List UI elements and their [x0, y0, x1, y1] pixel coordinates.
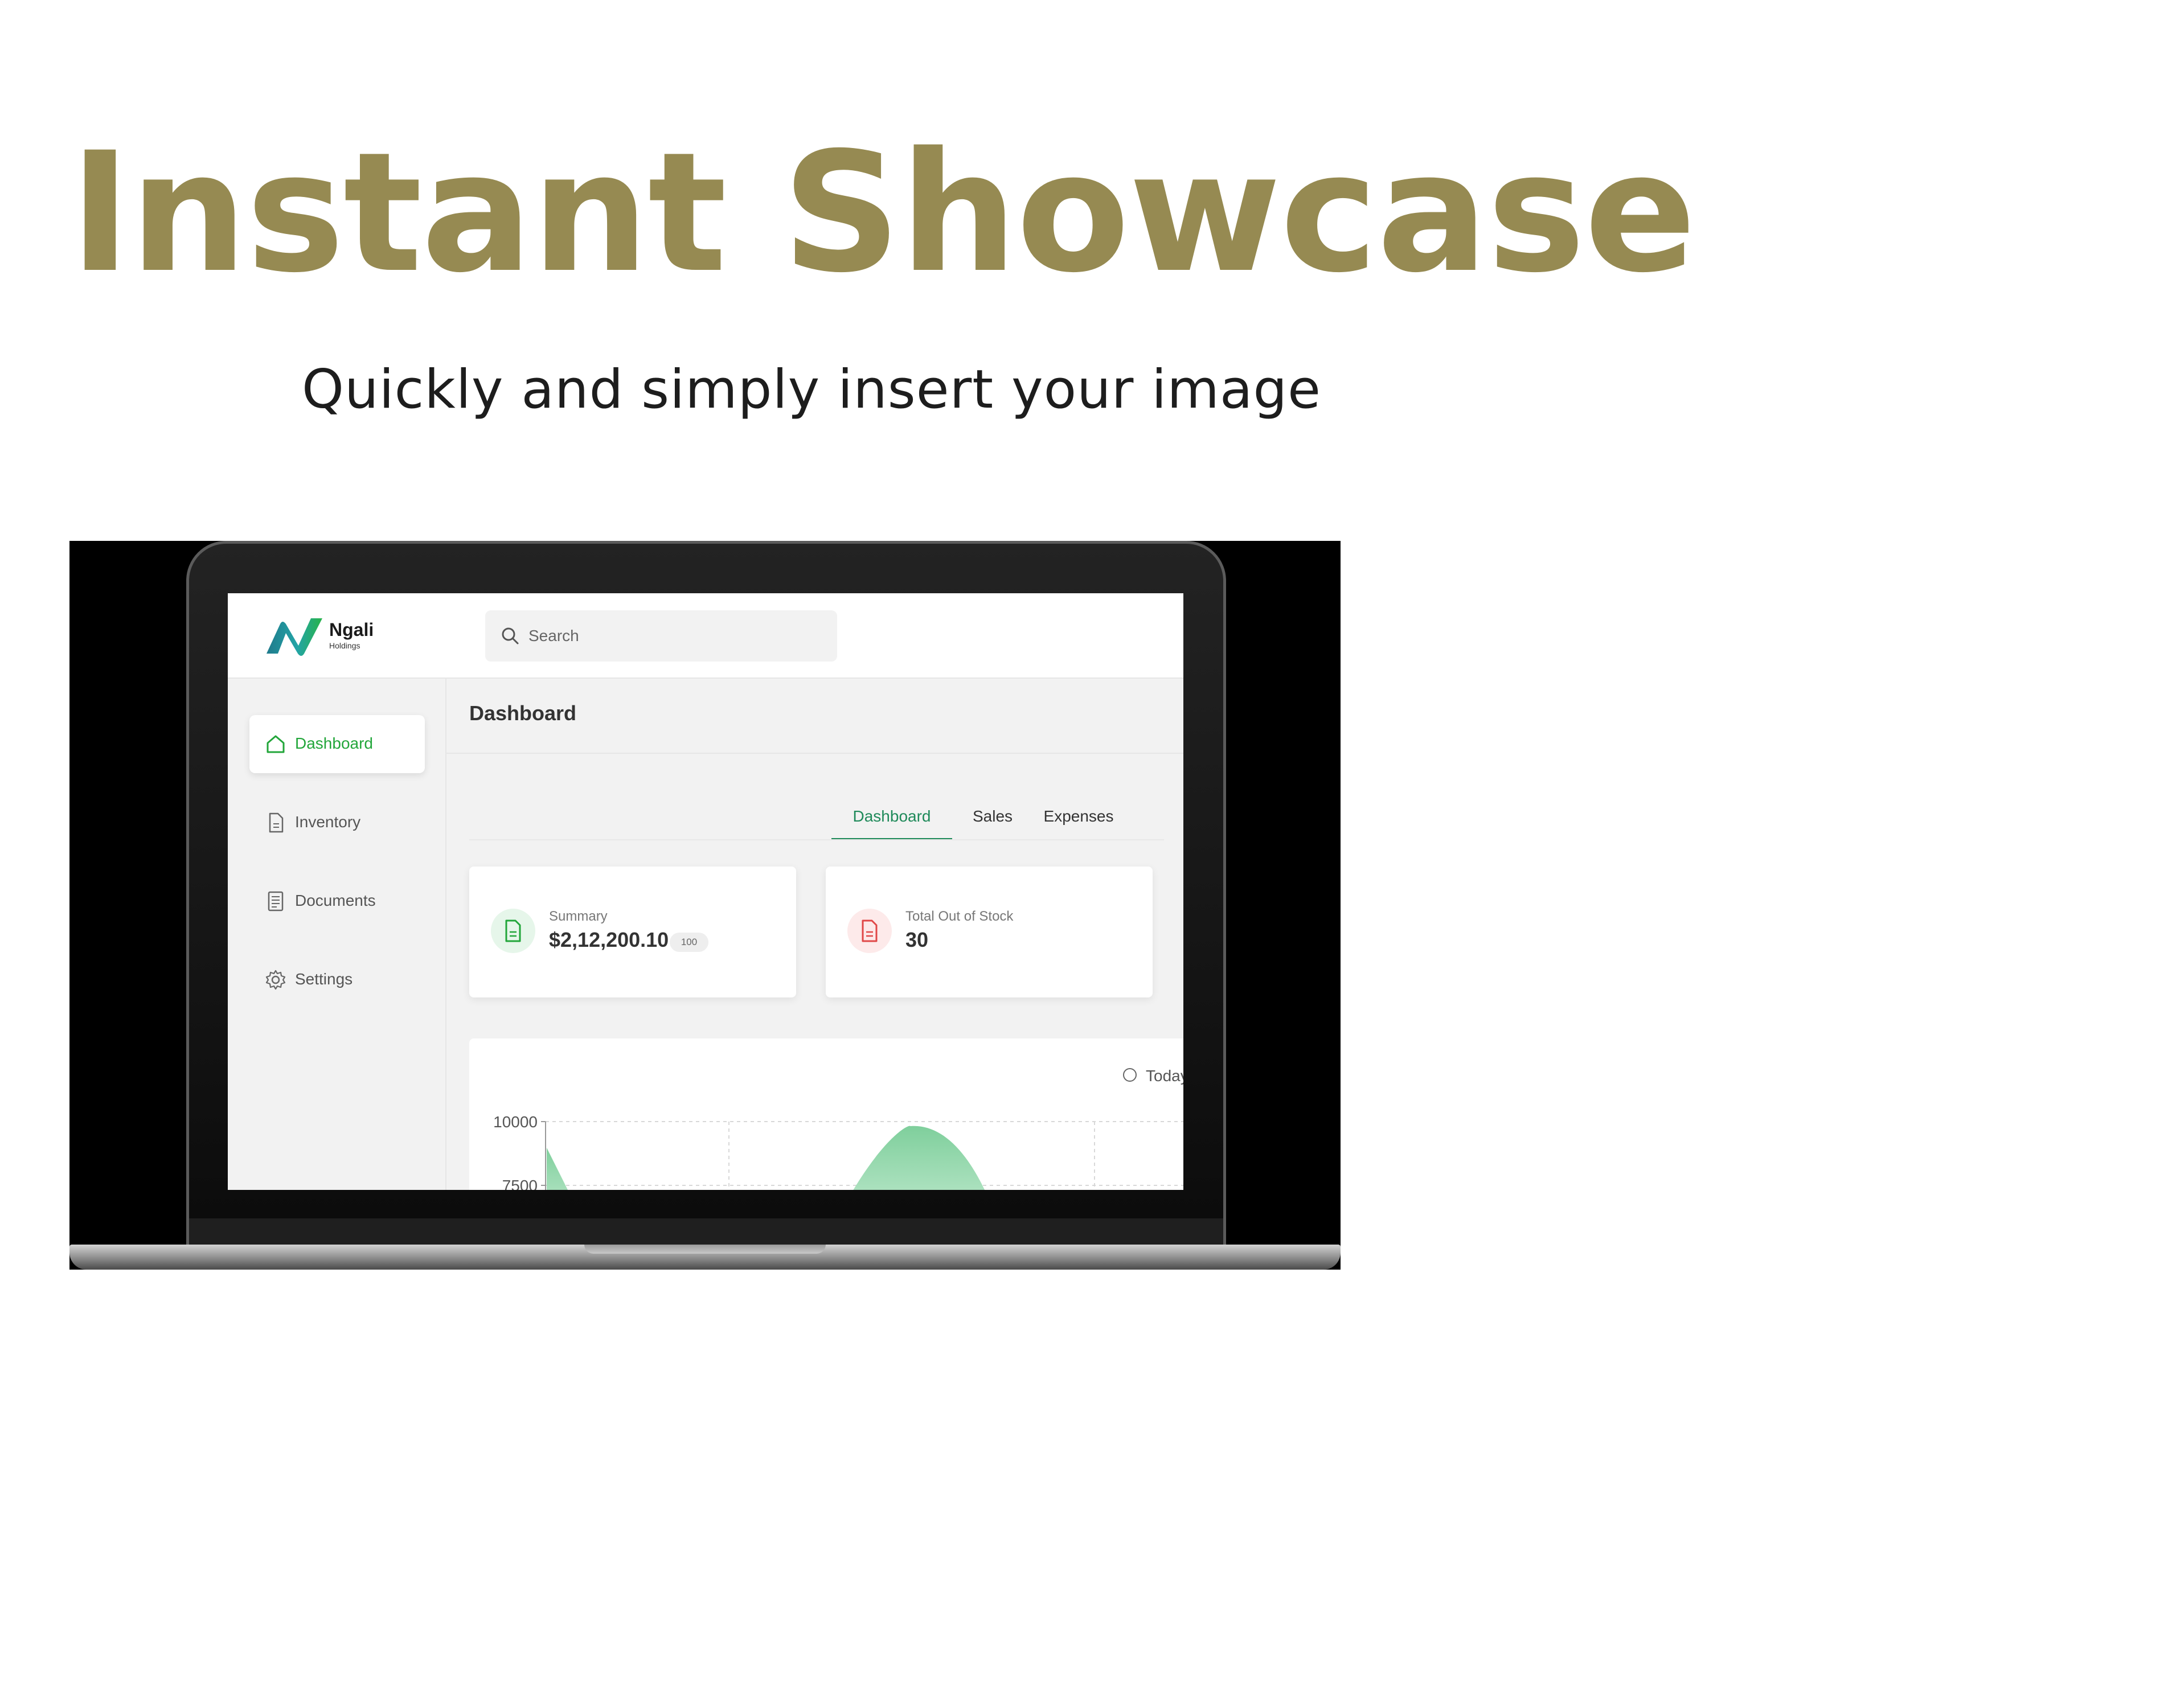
search-input[interactable]: Search — [485, 610, 837, 662]
app-header: Ngali Holdings Search — [228, 593, 1183, 679]
sidebar-item-dashboard[interactable]: Dashboard — [249, 715, 425, 773]
sidebar-item-settings[interactable]: Settings — [249, 951, 425, 1009]
laptop-mockup: Ngali Holdings Search Dashboard Inventor… — [69, 541, 1341, 1270]
summary-card: Summary $2,12,200.10 100 — [469, 867, 796, 997]
area-chart: 10000 7500 — [493, 1113, 1183, 1190]
sidebar-item-documents[interactable]: Documents — [249, 872, 425, 930]
out-of-stock-card: Total Out of Stock 30 — [826, 867, 1153, 997]
sidebar-item-inventory[interactable]: Inventory — [249, 794, 425, 852]
file-icon — [269, 812, 284, 833]
logo-subname: Holdings — [329, 641, 360, 650]
sidebar-item-label: Inventory — [295, 813, 361, 831]
document-icon — [268, 891, 284, 912]
sidebar-item-label: Dashboard — [295, 734, 373, 752]
card-icon-badge — [847, 909, 892, 953]
laptop-chin — [189, 1218, 1223, 1247]
card-label: Summary — [549, 909, 608, 924]
search-icon — [502, 627, 519, 644]
count-badge: 100 — [670, 933, 708, 952]
tabs-divider — [469, 839, 1164, 840]
tab-expenses[interactable]: Expenses — [1033, 807, 1124, 840]
home-icon — [267, 735, 285, 753]
page-title: Dashboard — [469, 701, 577, 725]
card-label: Total Out of Stock — [905, 909, 1014, 924]
sidebar-item-label: Documents — [295, 892, 376, 909]
main-content: Dashboard Dashboard Sales Expenses Summa… — [446, 679, 1183, 1190]
divider — [446, 753, 1183, 754]
laptop-notch — [584, 1245, 826, 1254]
gear-icon — [265, 970, 286, 990]
y-tick-label: 10000 — [493, 1113, 538, 1131]
slide-title: Instant Showcase — [69, 117, 1696, 309]
sidebar-item-label: Settings — [295, 970, 353, 988]
ngali-logo-icon — [267, 618, 322, 656]
card-value: 30 — [905, 928, 929, 951]
y-tick-label: 7500 — [502, 1177, 538, 1190]
area-series — [547, 1148, 568, 1190]
sidebar: Dashboard Inventory Documents Settings — [228, 679, 446, 1190]
card-value: $2,12,200.10 — [549, 928, 669, 951]
slide-subtitle: Quickly and simply insert your image — [302, 359, 1322, 421]
tab-dashboard[interactable]: Dashboard — [831, 807, 952, 840]
area-series — [853, 1126, 985, 1190]
search-placeholder: Search — [528, 627, 579, 644]
card-icon-badge — [491, 909, 535, 953]
logo-name: Ngali — [329, 619, 374, 640]
tab-sales[interactable]: Sales — [962, 807, 1023, 840]
file-icon — [505, 919, 521, 942]
file-icon — [862, 919, 878, 942]
laptop-screen: Ngali Holdings Search Dashboard Inventor… — [228, 593, 1183, 1190]
chart-panel: Today 10000 750 — [469, 1038, 1183, 1190]
